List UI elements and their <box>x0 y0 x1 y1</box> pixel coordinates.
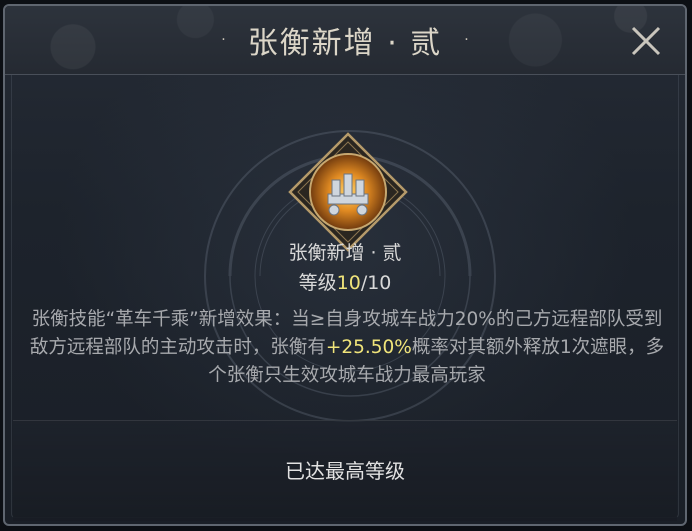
title-dot-left: · <box>221 32 226 48</box>
footer-bar: 已达最高等级 <box>13 420 677 521</box>
skill-level: 等级10/10 <box>5 268 685 295</box>
level-prefix: 等级 <box>298 272 337 294</box>
skill-name: 张衡新增 · 贰 <box>288 242 402 264</box>
max-level-status: 已达最高等级 <box>285 459 405 483</box>
title-dot-right: · <box>464 32 469 48</box>
close-button[interactable] <box>627 22 665 60</box>
close-icon <box>631 26 661 56</box>
skill-upgrade-dialog: · 张衡新增 · 贰 · 张衡新增 · 贰 等级10/10 张衡技能“革车千乘”… <box>3 4 687 526</box>
level-current: 10 <box>336 272 361 294</box>
dialog-title: 张衡新增 · 贰 <box>247 26 443 61</box>
description-highlight: +25.50% <box>325 337 412 358</box>
skill-description: 张衡技能“革车千乘”新增效果：当≥自身攻城车战力20%的己方远程部队受到敌方远程… <box>25 306 669 390</box>
title-container: · 张衡新增 · 贰 · <box>5 6 685 74</box>
level-max: /10 <box>360 272 392 294</box>
siege-chariot-icon <box>288 132 408 252</box>
